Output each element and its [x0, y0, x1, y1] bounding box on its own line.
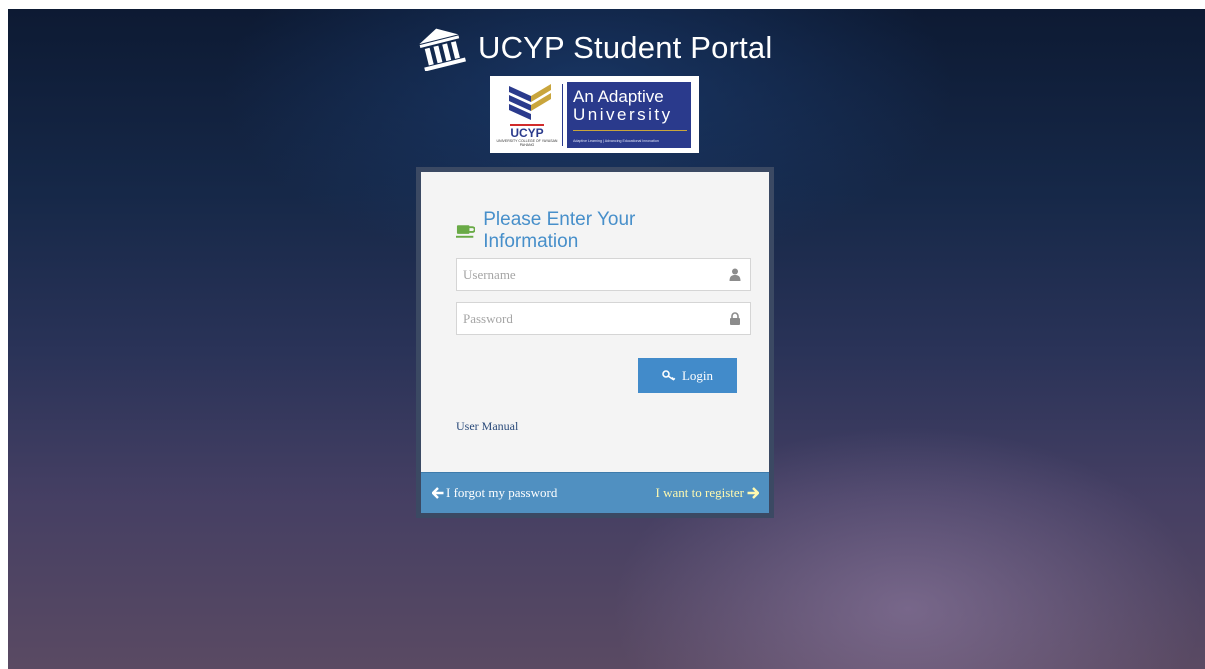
page-background: UCYP Student Portal UCYP UNIVERSITY COLL… [8, 9, 1205, 669]
forgot-password-link[interactable]: I forgot my password [432, 485, 557, 501]
banner-line-1: An Adaptive [573, 86, 664, 106]
portal-title: UCYP Student Portal [478, 30, 773, 65]
chevron-emblem-icon [509, 84, 551, 120]
logo-subtext: UNIVERSITY COLLEGE OF YAYASAN PAHANG [496, 139, 558, 147]
password-field[interactable] [456, 302, 751, 335]
user-icon [729, 268, 741, 281]
banner-tagline: Adaptive Learning | Advancing Educationa… [573, 138, 659, 143]
banner-line-2: University [573, 104, 673, 124]
register-label: I want to register [655, 485, 744, 500]
forgot-password-label: I forgot my password [446, 485, 558, 500]
arrow-left-icon [432, 487, 444, 499]
username-field[interactable] [456, 258, 751, 291]
logo-wordmark: UCYP [510, 124, 544, 140]
lock-icon [730, 312, 740, 325]
login-button-label: Login [681, 367, 714, 383]
login-heading-text: Please Enter Your Information [483, 209, 636, 252]
key-icon [662, 370, 676, 381]
login-button[interactable]: Login [638, 358, 737, 393]
username-input[interactable] [457, 259, 717, 290]
login-panel: Please Enter Your Information Username L… [416, 167, 774, 518]
login-footer: I forgot my password I want to register [421, 472, 769, 513]
register-link[interactable]: I want to register [656, 485, 759, 501]
user-manual-link[interactable]: User Manual [456, 419, 518, 434]
university-logo: UCYP UNIVERSITY COLLEGE OF YAYASAN PAHAN… [490, 76, 699, 153]
password-input[interactable] [457, 303, 717, 334]
login-heading: Please Enter Your Information [456, 209, 726, 262]
logo-divider [562, 83, 563, 146]
logo-banner: An Adaptive University Adaptive Learning… [567, 81, 691, 148]
bank-building-icon [419, 28, 466, 71]
banner-rule [573, 129, 687, 131]
portal-header: UCYP Student Portal [416, 23, 772, 73]
ucyp-emblem: UCYP UNIVERSITY COLLEGE OF YAYASAN PAHAN… [496, 80, 558, 149]
arrow-right-icon [747, 487, 759, 499]
coffee-icon [456, 225, 476, 238]
login-form: Please Enter Your Information Username L… [421, 172, 769, 513]
